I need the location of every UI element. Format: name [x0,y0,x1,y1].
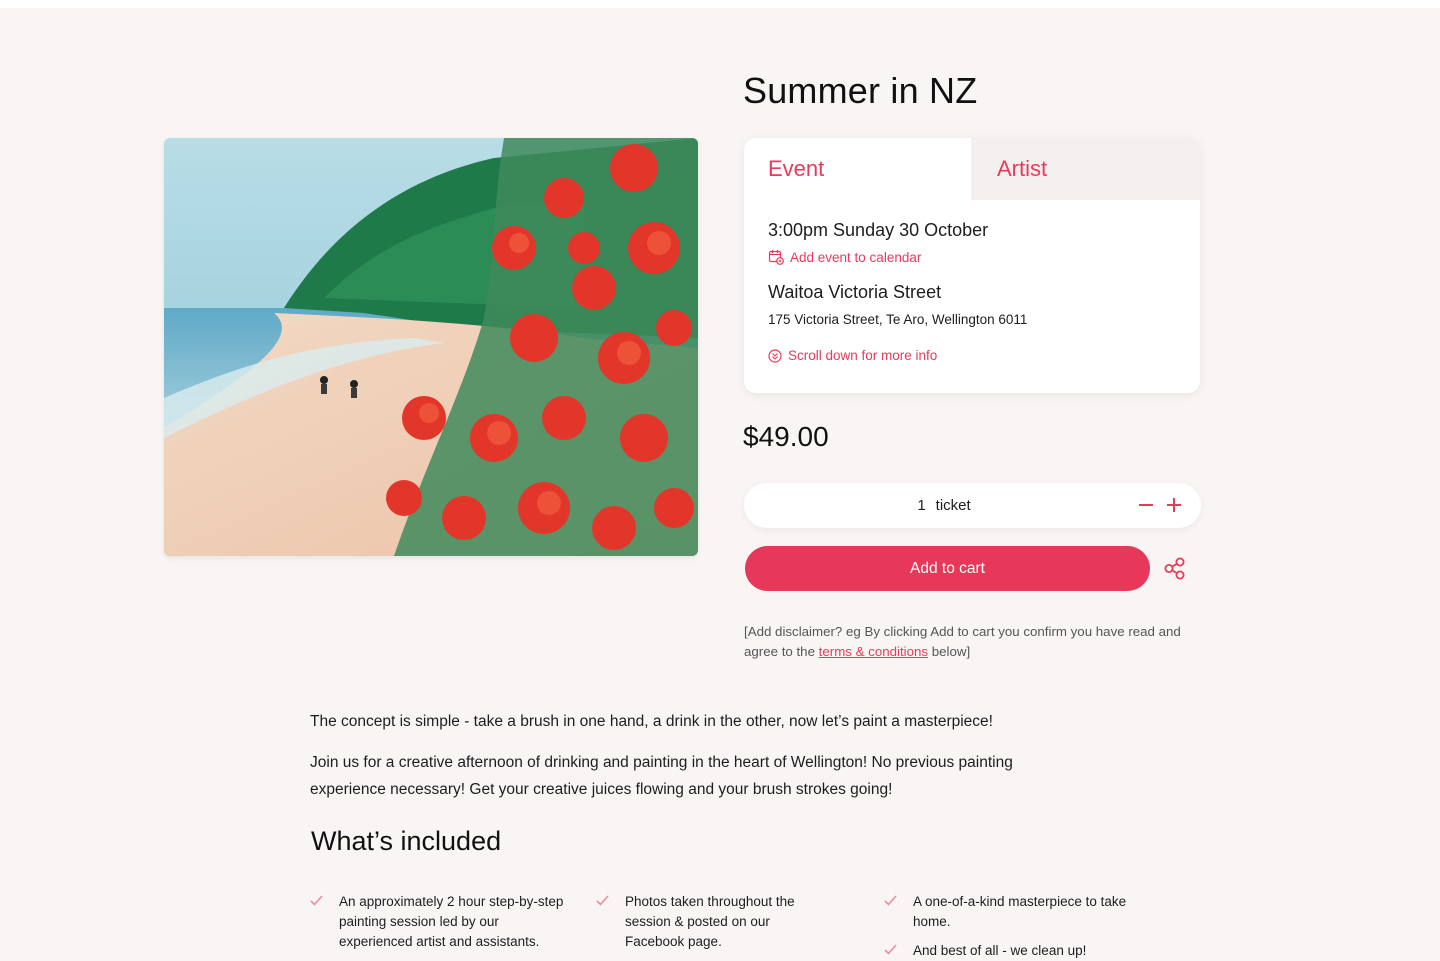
included-item-text: A one-of-a-kind masterpiece to take home… [913,894,1127,929]
event-painting-image [164,138,698,556]
event-datetime: 3:00pm Sunday 30 October [768,220,989,240]
quantity-value: 1 [917,497,926,514]
increase-quantity-button[interactable] [1161,492,1187,518]
calendar-icon [768,250,784,265]
tab-event[interactable]: Event [744,138,971,200]
check-icon [310,895,323,906]
quantity-stepper: 1 ticket [744,483,1201,528]
check-icon [884,895,897,906]
included-item-text: And best of all - we clean up! [913,943,1087,958]
disclaimer-after: below] [928,644,971,659]
event-title: Summer in NZ [743,70,978,111]
included-item: An approximately 2 hour step-by-step pai… [310,892,564,952]
description-paragraph: Join us for a creative afternoon of drin… [310,754,1013,798]
ticket-price: $49.00 [743,421,829,452]
disclaimer-text: [Add disclaimer? eg By clicking Add to c… [744,622,1204,662]
included-item: A one-of-a-kind masterpiece to take home… [884,892,1128,932]
tab-artist[interactable]: Artist [971,138,1200,200]
included-item: And best of all - we clean up! [884,941,1128,961]
check-icon [596,895,609,906]
add-to-calendar-label: Add event to calendar [790,249,922,265]
included-item-text: Photos taken throughout the session & po… [625,894,795,949]
decrease-quantity-button[interactable] [1133,492,1159,518]
info-tabs: Event Artist [744,138,1200,200]
terms-conditions-link[interactable]: terms & conditions [819,644,928,659]
minus-icon [1139,504,1153,506]
included-item-text: An approximately 2 hour step-by-step pai… [339,894,564,949]
add-to-cart-button[interactable]: Add to cart [745,546,1150,591]
whats-included-heading: What’s included [311,826,502,856]
check-icon [884,944,897,955]
share-button[interactable] [1161,555,1189,583]
scroll-down-icon [768,348,782,363]
quantity-unit: ticket [935,497,971,514]
event-description: The concept is simple - take a brush in … [310,708,1090,817]
plus-icon [1167,498,1181,512]
scroll-down-link[interactable]: Scroll down for more info [768,348,1176,363]
description-paragraph: The concept is simple - take a brush in … [310,713,993,730]
scroll-down-label: Scroll down for more info [788,348,938,363]
top-bar [0,0,1440,8]
included-item: Photos taken throughout the session & po… [596,892,825,952]
event-info-card: Event Artist 3:00pm Sunday 30 October Ad… [744,138,1200,393]
venue-name: Waitoa Victoria Street [768,282,942,302]
add-to-calendar-link[interactable]: Add event to calendar [768,249,1176,265]
venue-address: 175 Victoria Street, Te Aro, Wellington … [768,312,1028,327]
share-icon [1164,557,1185,580]
